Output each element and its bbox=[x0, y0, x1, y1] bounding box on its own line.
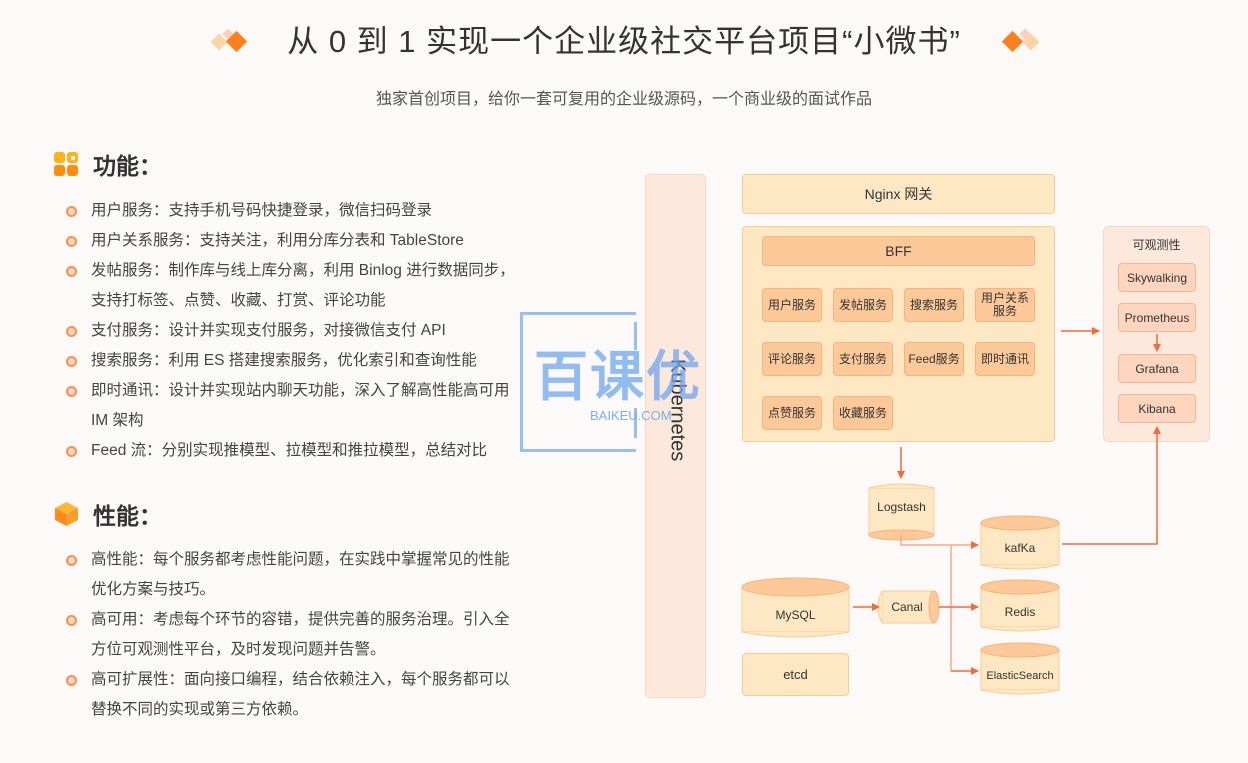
diagram-shapes bbox=[741, 327, 1161, 695]
mysql-label: MySQL bbox=[775, 608, 816, 622]
canal-label: Canal bbox=[891, 600, 923, 614]
kafka-label: kafKa bbox=[1004, 541, 1036, 555]
elasticsearch-label: ElasticSearch bbox=[986, 670, 1054, 682]
logstash-label: Logstash bbox=[877, 500, 926, 514]
redis-label: Redis bbox=[1004, 605, 1036, 619]
elasticsearch-cylinder bbox=[980, 642, 1060, 695]
arrow-kafka-to-kibana bbox=[1062, 426, 1161, 545]
